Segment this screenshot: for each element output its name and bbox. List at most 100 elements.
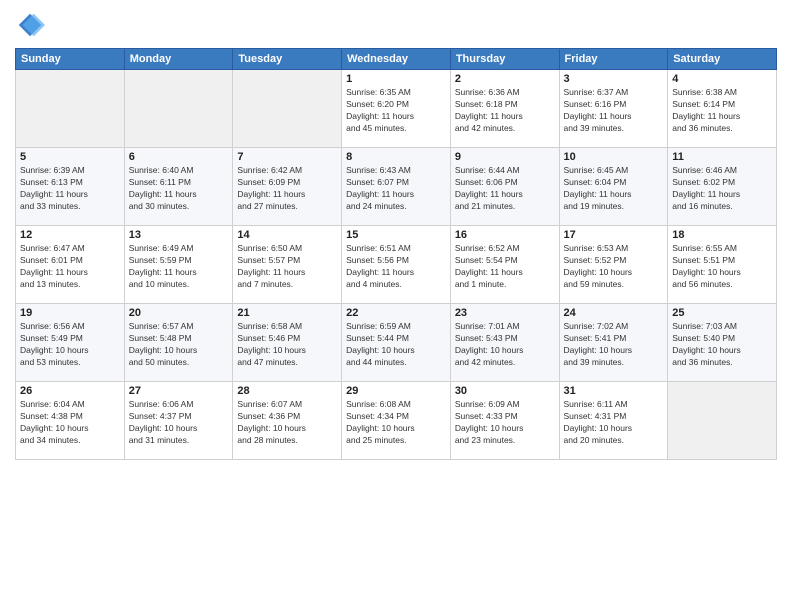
day-number: 7	[237, 151, 337, 163]
day-cell: 15 Sunrise: 6:51 AM Sunset: 5:56 PM Dayli…	[342, 226, 451, 304]
day-header-friday: Friday	[559, 49, 668, 70]
day-info: Sunrise: 6:09 AM Sunset: 4:33 PM Dayligh…	[455, 399, 555, 447]
day-header-saturday: Saturday	[668, 49, 777, 70]
day-info: Sunrise: 6:40 AM Sunset: 6:11 PM Dayligh…	[129, 165, 229, 213]
logo	[15, 10, 49, 40]
day-number: 29	[346, 385, 446, 397]
day-cell: 1Sunrise: 6:35 AM Sunset: 6:20 PM Daylig…	[342, 70, 451, 148]
day-info: Sunrise: 6:44 AM Sunset: 6:06 PM Dayligh…	[455, 165, 555, 213]
week-row-2: 5 Sunrise: 6:39 AM Sunset: 6:13 PM Daylig…	[16, 148, 777, 226]
day-number: 2	[455, 73, 555, 85]
day-info: Sunrise: 6:52 AM Sunset: 5:54 PM Dayligh…	[455, 243, 555, 291]
day-cell	[233, 70, 342, 148]
day-cell: 30 Sunrise: 6:09 AM Sunset: 4:33 PM Dayli…	[450, 382, 559, 460]
day-number: 18	[672, 229, 772, 241]
day-cell	[16, 70, 125, 148]
day-cell	[668, 382, 777, 460]
day-cell: 12 Sunrise: 6:47 AM Sunset: 6:01 PM Dayli…	[16, 226, 125, 304]
week-row-5: 26 Sunrise: 6:04 AM Sunset: 4:38 PM Dayli…	[16, 382, 777, 460]
day-cell: 11Sunrise: 6:46 AM Sunset: 6:02 PM Dayli…	[668, 148, 777, 226]
day-number: 24	[564, 307, 664, 319]
day-cell: 14 Sunrise: 6:50 AM Sunset: 5:57 PM Dayli…	[233, 226, 342, 304]
day-number: 6	[129, 151, 229, 163]
day-cell: 17 Sunrise: 6:53 AM Sunset: 5:52 PM Dayli…	[559, 226, 668, 304]
day-number: 26	[20, 385, 120, 397]
day-info: Sunrise: 6:58 AM Sunset: 5:46 PM Dayligh…	[237, 321, 337, 369]
day-info: Sunrise: 6:35 AM Sunset: 6:20 PM Dayligh…	[346, 87, 446, 135]
day-info: Sunrise: 6:46 AM Sunset: 6:02 PM Dayligh…	[672, 165, 772, 213]
day-cell: 2 Sunrise: 6:36 AM Sunset: 6:18 PM Daylig…	[450, 70, 559, 148]
day-cell: 8 Sunrise: 6:43 AM Sunset: 6:07 PM Daylig…	[342, 148, 451, 226]
day-info: Sunrise: 6:51 AM Sunset: 5:56 PM Dayligh…	[346, 243, 446, 291]
day-number: 8	[346, 151, 446, 163]
header	[15, 10, 777, 40]
day-info: Sunrise: 6:04 AM Sunset: 4:38 PM Dayligh…	[20, 399, 120, 447]
day-cell: 23 Sunrise: 7:01 AM Sunset: 5:43 PM Dayli…	[450, 304, 559, 382]
day-info: Sunrise: 6:37 AM Sunset: 6:16 PM Dayligh…	[564, 87, 664, 135]
day-number: 14	[237, 229, 337, 241]
day-number: 9	[455, 151, 555, 163]
day-info: Sunrise: 6:45 AM Sunset: 6:04 PM Dayligh…	[564, 165, 664, 213]
day-info: Sunrise: 6:59 AM Sunset: 5:44 PM Dayligh…	[346, 321, 446, 369]
day-cell: 27 Sunrise: 6:06 AM Sunset: 4:37 PM Dayli…	[124, 382, 233, 460]
day-header-thursday: Thursday	[450, 49, 559, 70]
day-number: 15	[346, 229, 446, 241]
week-row-4: 19 Sunrise: 6:56 AM Sunset: 5:49 PM Dayli…	[16, 304, 777, 382]
day-header-tuesday: Tuesday	[233, 49, 342, 70]
day-info: Sunrise: 6:47 AM Sunset: 6:01 PM Dayligh…	[20, 243, 120, 291]
day-cell: 31 Sunrise: 6:11 AM Sunset: 4:31 PM Dayli…	[559, 382, 668, 460]
day-cell: 24 Sunrise: 7:02 AM Sunset: 5:41 PM Dayli…	[559, 304, 668, 382]
day-number: 21	[237, 307, 337, 319]
day-number: 17	[564, 229, 664, 241]
day-number: 4	[672, 73, 772, 85]
day-info: Sunrise: 7:03 AM Sunset: 5:40 PM Dayligh…	[672, 321, 772, 369]
day-number: 27	[129, 385, 229, 397]
day-info: Sunrise: 6:07 AM Sunset: 4:36 PM Dayligh…	[237, 399, 337, 447]
day-info: Sunrise: 7:01 AM Sunset: 5:43 PM Dayligh…	[455, 321, 555, 369]
day-info: Sunrise: 6:36 AM Sunset: 6:18 PM Dayligh…	[455, 87, 555, 135]
day-info: Sunrise: 6:50 AM Sunset: 5:57 PM Dayligh…	[237, 243, 337, 291]
day-cell: 28 Sunrise: 6:07 AM Sunset: 4:36 PM Dayli…	[233, 382, 342, 460]
day-cell: 13Sunrise: 6:49 AM Sunset: 5:59 PM Dayli…	[124, 226, 233, 304]
week-row-1: 1Sunrise: 6:35 AM Sunset: 6:20 PM Daylig…	[16, 70, 777, 148]
day-info: Sunrise: 6:39 AM Sunset: 6:13 PM Dayligh…	[20, 165, 120, 213]
day-cell: 29 Sunrise: 6:08 AM Sunset: 4:34 PM Dayli…	[342, 382, 451, 460]
day-cell: 16 Sunrise: 6:52 AM Sunset: 5:54 PM Dayli…	[450, 226, 559, 304]
day-info: Sunrise: 6:11 AM Sunset: 4:31 PM Dayligh…	[564, 399, 664, 447]
day-number: 23	[455, 307, 555, 319]
day-info: Sunrise: 6:55 AM Sunset: 5:51 PM Dayligh…	[672, 243, 772, 291]
day-number: 20	[129, 307, 229, 319]
day-cell: 21 Sunrise: 6:58 AM Sunset: 5:46 PM Dayli…	[233, 304, 342, 382]
day-number: 12	[20, 229, 120, 241]
day-number: 13	[129, 229, 229, 241]
day-info: Sunrise: 6:56 AM Sunset: 5:49 PM Dayligh…	[20, 321, 120, 369]
day-number: 5	[20, 151, 120, 163]
day-info: Sunrise: 6:42 AM Sunset: 6:09 PM Dayligh…	[237, 165, 337, 213]
day-number: 3	[564, 73, 664, 85]
day-info: Sunrise: 6:38 AM Sunset: 6:14 PM Dayligh…	[672, 87, 772, 135]
day-cell: 18 Sunrise: 6:55 AM Sunset: 5:51 PM Dayli…	[668, 226, 777, 304]
day-info: Sunrise: 6:06 AM Sunset: 4:37 PM Dayligh…	[129, 399, 229, 447]
day-info: Sunrise: 7:02 AM Sunset: 5:41 PM Dayligh…	[564, 321, 664, 369]
day-number: 25	[672, 307, 772, 319]
day-number: 30	[455, 385, 555, 397]
day-cell	[124, 70, 233, 148]
day-number: 22	[346, 307, 446, 319]
day-number: 28	[237, 385, 337, 397]
day-header-monday: Monday	[124, 49, 233, 70]
day-number: 10	[564, 151, 664, 163]
day-cell: 10 Sunrise: 6:45 AM Sunset: 6:04 PM Dayli…	[559, 148, 668, 226]
day-cell: 25 Sunrise: 7:03 AM Sunset: 5:40 PM Dayli…	[668, 304, 777, 382]
day-number: 19	[20, 307, 120, 319]
day-number: 31	[564, 385, 664, 397]
calendar-table: SundayMondayTuesdayWednesdayThursdayFrid…	[15, 48, 777, 460]
day-info: Sunrise: 6:53 AM Sunset: 5:52 PM Dayligh…	[564, 243, 664, 291]
day-info: Sunrise: 6:43 AM Sunset: 6:07 PM Dayligh…	[346, 165, 446, 213]
day-number: 16	[455, 229, 555, 241]
calendar-page: SundayMondayTuesdayWednesdayThursdayFrid…	[0, 0, 792, 612]
day-info: Sunrise: 6:08 AM Sunset: 4:34 PM Dayligh…	[346, 399, 446, 447]
day-cell: 3 Sunrise: 6:37 AM Sunset: 6:16 PM Daylig…	[559, 70, 668, 148]
week-row-3: 12 Sunrise: 6:47 AM Sunset: 6:01 PM Dayli…	[16, 226, 777, 304]
day-info: Sunrise: 6:57 AM Sunset: 5:48 PM Dayligh…	[129, 321, 229, 369]
day-cell: 22 Sunrise: 6:59 AM Sunset: 5:44 PM Dayli…	[342, 304, 451, 382]
